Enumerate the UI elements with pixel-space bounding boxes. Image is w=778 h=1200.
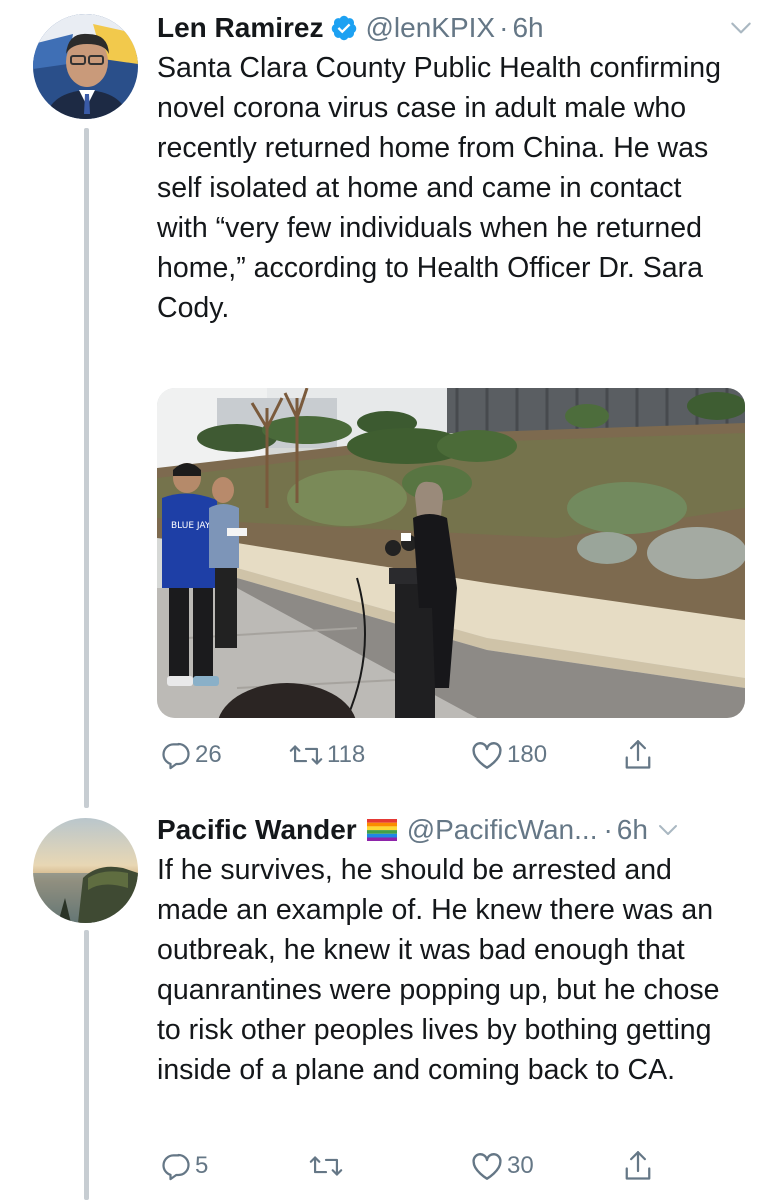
reply-icon xyxy=(162,742,190,770)
like-button[interactable]: 180 xyxy=(471,735,547,775)
verified-badge-icon xyxy=(330,14,358,42)
tweet-text: If he survives, he should be arrested an… xyxy=(157,854,720,1086)
like-icon xyxy=(472,1153,502,1180)
tweet-original[interactable]: Len Ramirez @lenKPIX · 6h Santa Clara Co… xyxy=(157,8,754,328)
share-icon xyxy=(625,1151,651,1180)
like-button[interactable]: 30 xyxy=(471,1146,534,1186)
reply-button[interactable]: 26 xyxy=(161,735,222,775)
author-handle[interactable]: @lenKPIX xyxy=(366,12,496,44)
avatar[interactable] xyxy=(33,14,138,119)
retweet-button[interactable] xyxy=(309,1146,347,1186)
author-name[interactable]: Len Ramirez xyxy=(157,12,324,44)
share-button[interactable] xyxy=(623,735,653,775)
author-handle[interactable]: @PacificWan... xyxy=(407,814,598,846)
tweet-text: Santa Clara County Public Health confirm… xyxy=(157,52,721,324)
chevron-down-icon[interactable] xyxy=(728,15,754,41)
retweet-count: 118 xyxy=(327,741,366,768)
reply-icon xyxy=(162,1153,190,1181)
share-button[interactable] xyxy=(623,1146,653,1186)
like-icon xyxy=(472,742,502,769)
separator-dot: · xyxy=(499,12,509,43)
reply-button[interactable]: 5 xyxy=(161,1146,208,1186)
avatar[interactable] xyxy=(33,818,138,923)
tweet-header: Pacific Wander @PacificWan... · 6h xyxy=(157,810,754,850)
share-icon xyxy=(625,740,651,769)
thread-line-top xyxy=(84,128,89,808)
reply-count: 5 xyxy=(195,1152,209,1179)
retweet-icon xyxy=(289,745,323,765)
chevron-down-icon[interactable] xyxy=(656,818,680,842)
author-name[interactable]: Pacific Wander xyxy=(157,814,357,846)
tweet-header: Len Ramirez @lenKPIX · 6h xyxy=(157,8,754,48)
thread-line-bottom xyxy=(84,930,89,1200)
tweet-actions: 26 118 180 xyxy=(157,735,677,775)
tweet-reply[interactable]: Pacific Wander @PacificWan... · 6h If he… xyxy=(157,810,754,1090)
retweet-button[interactable]: 118 xyxy=(289,735,365,775)
tweet-time[interactable]: 6h xyxy=(512,12,543,44)
tweet-time[interactable]: 6h xyxy=(617,814,648,846)
reply-count: 26 xyxy=(195,741,222,768)
retweet-icon xyxy=(309,1156,343,1176)
like-count: 180 xyxy=(507,741,548,768)
tweet-photo[interactable]: BLUE JAYS xyxy=(157,388,745,718)
tweet-actions: 5 30 xyxy=(157,1146,677,1186)
separator-dot: · xyxy=(603,814,613,845)
rainbow-flag-icon xyxy=(366,819,397,841)
like-count: 30 xyxy=(507,1152,534,1179)
